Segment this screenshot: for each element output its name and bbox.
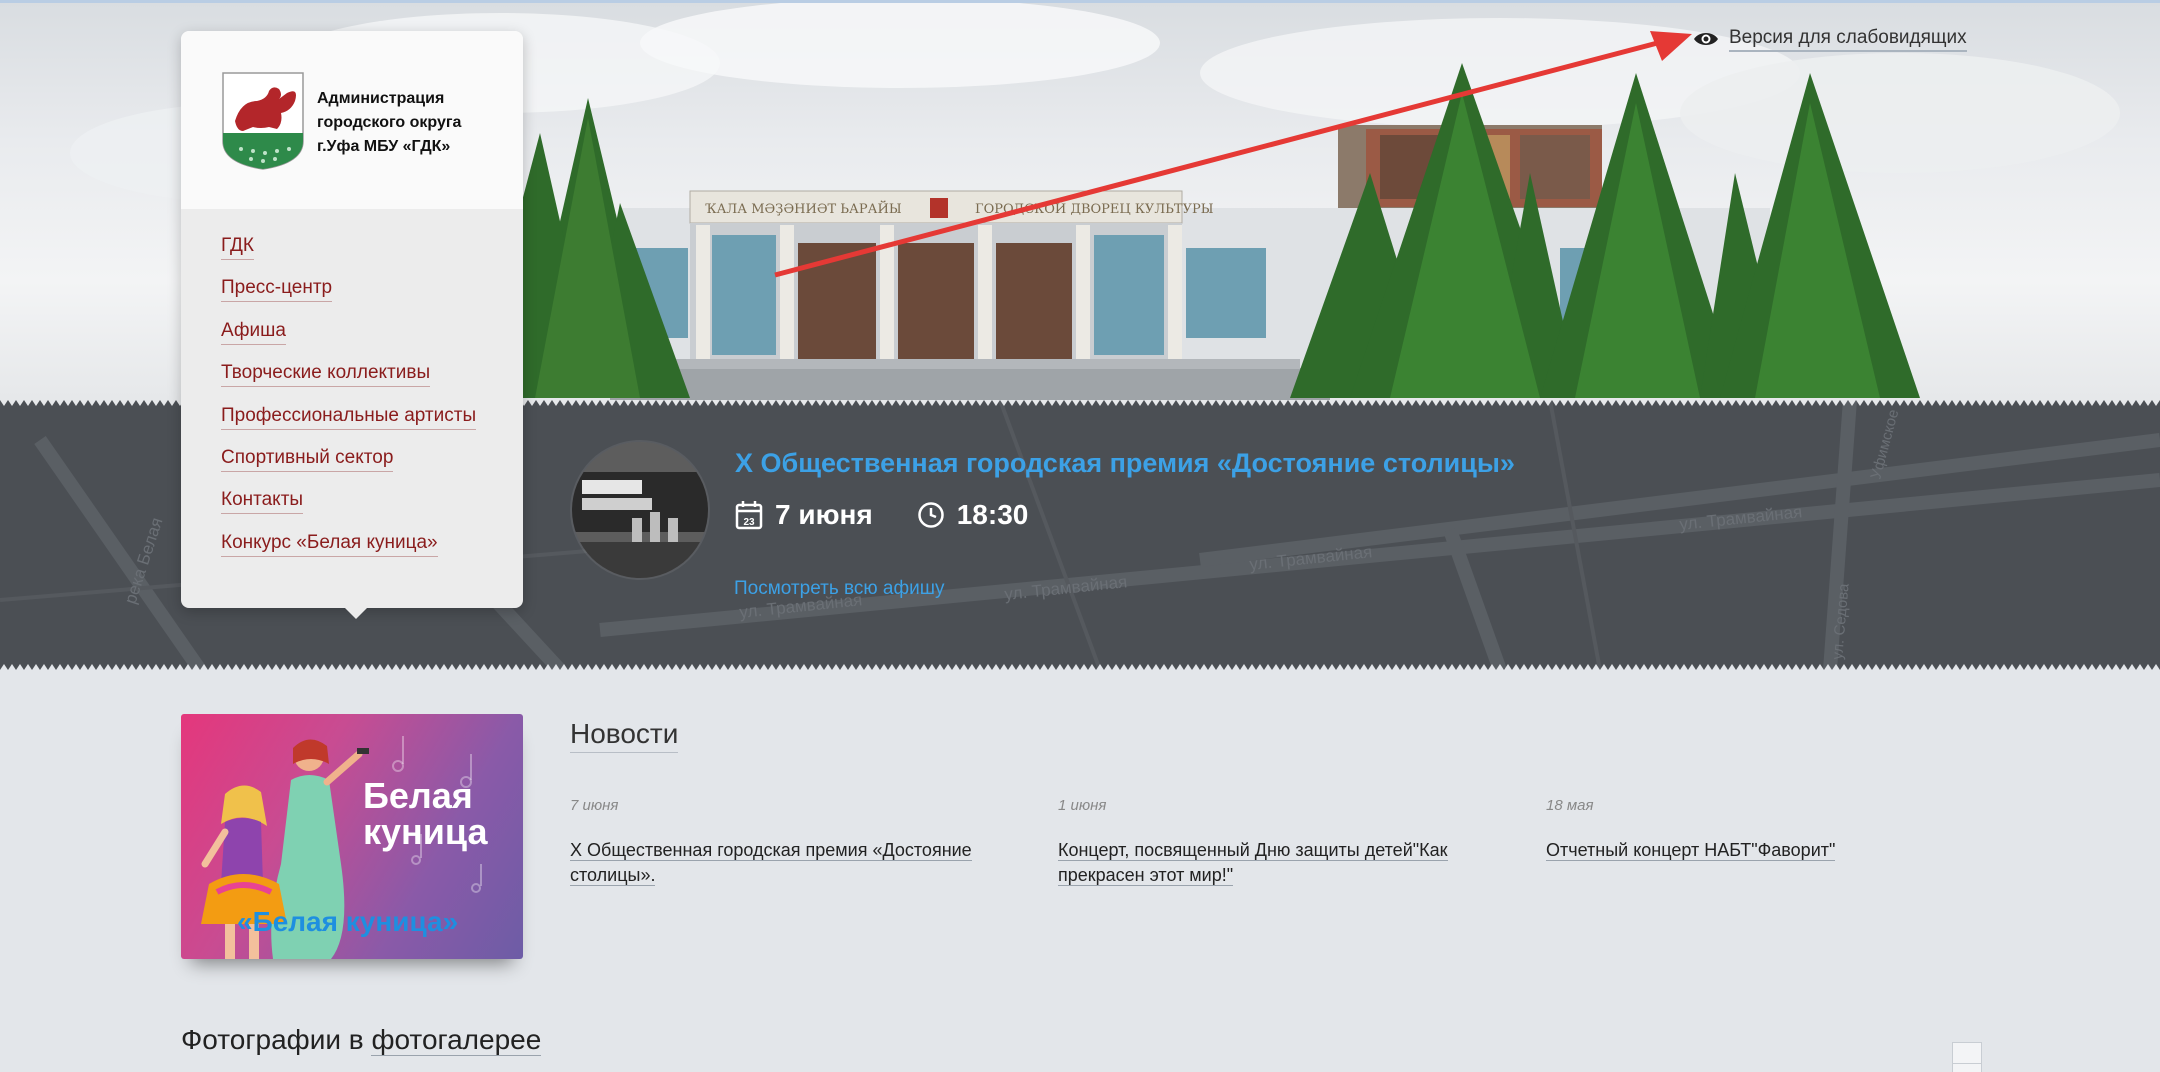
news-date: 18 мая xyxy=(1546,797,1594,814)
calendar-icon: 23 xyxy=(735,501,763,530)
menu-item: Творческие коллективы xyxy=(221,362,476,404)
accessibility-label: Версия для слабовидящих xyxy=(1729,27,1967,52)
eye-icon xyxy=(1694,33,1718,45)
news-heading[interactable]: Новости xyxy=(570,718,679,753)
promo-title-line: куница xyxy=(363,811,488,852)
navigation-card: Администрация городского округа г.Уфа МБ… xyxy=(181,31,523,619)
news-date: 1 июня xyxy=(1058,797,1107,814)
menu-item: Профессиональные артисты xyxy=(221,405,477,447)
menu-link-professional-artists[interactable]: Профессиональные артисты xyxy=(221,405,477,430)
building-sign-left: ҠАЛА МӘҘӘНИӘТ ЬАРАЙЫ xyxy=(705,200,902,217)
menu-link-sports-sector[interactable]: Спортивный сектор xyxy=(221,447,394,472)
band-bottom-edge xyxy=(0,662,2160,670)
calendar-day: 23 xyxy=(743,517,755,528)
event-time: 18:30 xyxy=(956,499,1029,530)
accessibility-version-link[interactable]: Версия для слабовидящих xyxy=(1693,26,1967,52)
event-datetime: 23 7 июня 18:30 xyxy=(735,497,1028,533)
event-photo xyxy=(572,442,708,578)
promo-title-line: Белая xyxy=(363,775,473,816)
contest-promo-banner[interactable]: Белая куница «Белая куница» xyxy=(181,714,523,959)
gallery-link[interactable]: фотогалерее xyxy=(371,1024,542,1056)
main-menu: ГДК Пресс-центр Афиша Творческие коллект… xyxy=(221,235,477,574)
menu-link-contest[interactable]: Конкурс «Белая куница» xyxy=(221,532,438,557)
organization-header: Администрация городского округа г.Уфа МБ… xyxy=(181,31,523,209)
gallery-heading: Фотографии в фотогалерее xyxy=(181,1024,542,1056)
news-title-line: прекрасен этот мир!" xyxy=(1058,865,1234,886)
gallery-heading-text: Фотографии в xyxy=(181,1024,364,1055)
menu-link-gdk[interactable]: ГДК xyxy=(221,235,254,260)
news-item-link[interactable]: X Общественная городская премия «Достоян… xyxy=(570,838,1010,888)
scroll-widget-button[interactable] xyxy=(1952,1042,1982,1072)
promo-subtitle: «Белая куница» xyxy=(237,906,459,937)
menu-link-contacts[interactable]: Контакты xyxy=(221,489,304,515)
organization-name-line: городского округа xyxy=(317,114,462,131)
organization-name-line: г.Уфа МБУ «ГДК» xyxy=(317,138,451,155)
event-date: 7 июня xyxy=(775,499,873,530)
card-pointer xyxy=(344,607,368,619)
news-title-line: столицы». xyxy=(570,865,656,886)
news-item-link[interactable]: Концерт, посвященный Дню защиты детей"Ка… xyxy=(1058,838,1498,888)
map-street-label: ул. Трамвайная xyxy=(1678,502,1803,534)
view-all-events-link[interactable]: Посмотреть всю афишу xyxy=(734,578,944,600)
clock-icon xyxy=(917,502,944,528)
organization-name-line: Администрация xyxy=(317,90,445,107)
menu-item: Пресс-центр xyxy=(221,277,476,319)
menu-link-creative-groups[interactable]: Творческие коллективы xyxy=(221,362,431,388)
news-date: 7 июня xyxy=(570,797,619,814)
menu-item: Спортивный сектор xyxy=(221,447,476,489)
news-title-line: Концерт, посвященный Дню защиты детей"Ка… xyxy=(1058,840,1448,861)
news-title-line: X Общественная городская премия «Достоян… xyxy=(570,840,972,861)
menu-link-afisha[interactable]: Афиша xyxy=(221,320,286,345)
menu-item: Конкурс «Белая куница» xyxy=(221,532,476,574)
menu-item: Афиша xyxy=(221,320,476,362)
menu-item: ГДК xyxy=(221,235,476,277)
news-item-link[interactable]: Отчетный концерт НАБТ"Фаворит" xyxy=(1546,838,1986,863)
promo-title: Белая куница xyxy=(363,778,523,850)
news-title-line: Отчетный концерт НАБТ"Фаворит" xyxy=(1546,840,1836,861)
event-thumbnail[interactable] xyxy=(572,442,708,578)
organization-name: Администрация городского округа г.Уфа МБ… xyxy=(317,87,517,159)
menu-item: Контакты xyxy=(221,489,476,531)
event-title-link[interactable]: X Общественная городская премия «Достоян… xyxy=(735,448,1515,479)
city-emblem-logo[interactable] xyxy=(221,71,305,171)
menu-link-press-center[interactable]: Пресс-центр xyxy=(221,277,333,303)
